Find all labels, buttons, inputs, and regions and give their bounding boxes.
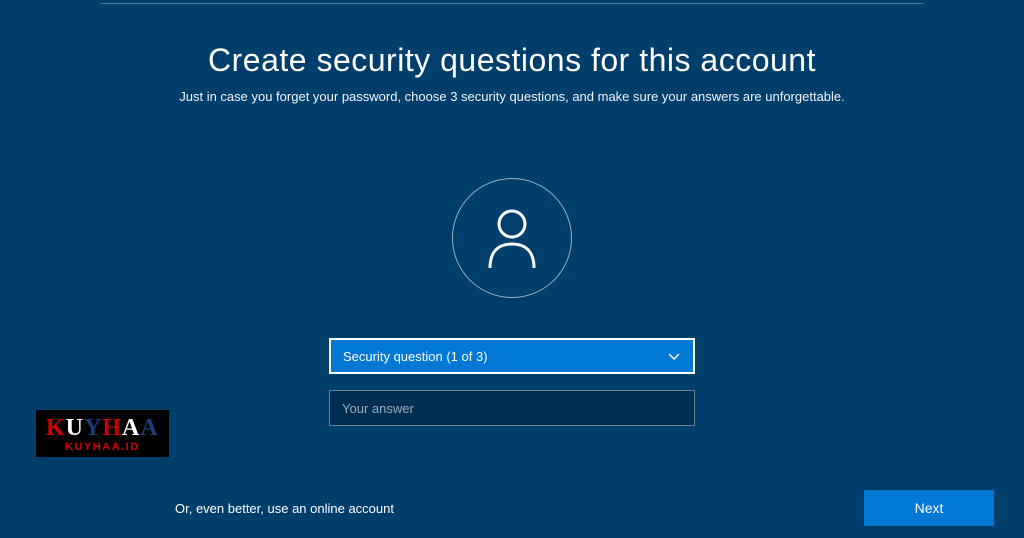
page-title: Create security questions for this accou… — [0, 42, 1024, 79]
next-button[interactable]: Next — [864, 490, 994, 526]
use-online-account-link[interactable]: Or, even better, use an online account — [175, 501, 394, 516]
watermark-brand: KUYHAA — [46, 416, 159, 440]
person-icon — [484, 206, 540, 270]
top-divider — [100, 3, 924, 4]
answer-input[interactable] — [329, 390, 695, 426]
watermark-site: KUYHAA.ID — [46, 442, 159, 453]
main-content: Create security questions for this accou… — [0, 0, 1024, 426]
page-subtitle: Just in case you forget your password, c… — [0, 89, 1024, 104]
avatar — [452, 178, 572, 298]
form-area: Security question (1 of 3) — [329, 338, 695, 426]
watermark-logo: KUYHAA KUYHAA.ID — [36, 410, 169, 457]
chevron-down-icon — [667, 349, 681, 363]
select-label: Security question (1 of 3) — [343, 349, 488, 364]
security-question-select[interactable]: Security question (1 of 3) — [329, 338, 695, 374]
bottom-bar: Or, even better, use an online account N… — [0, 490, 1024, 526]
